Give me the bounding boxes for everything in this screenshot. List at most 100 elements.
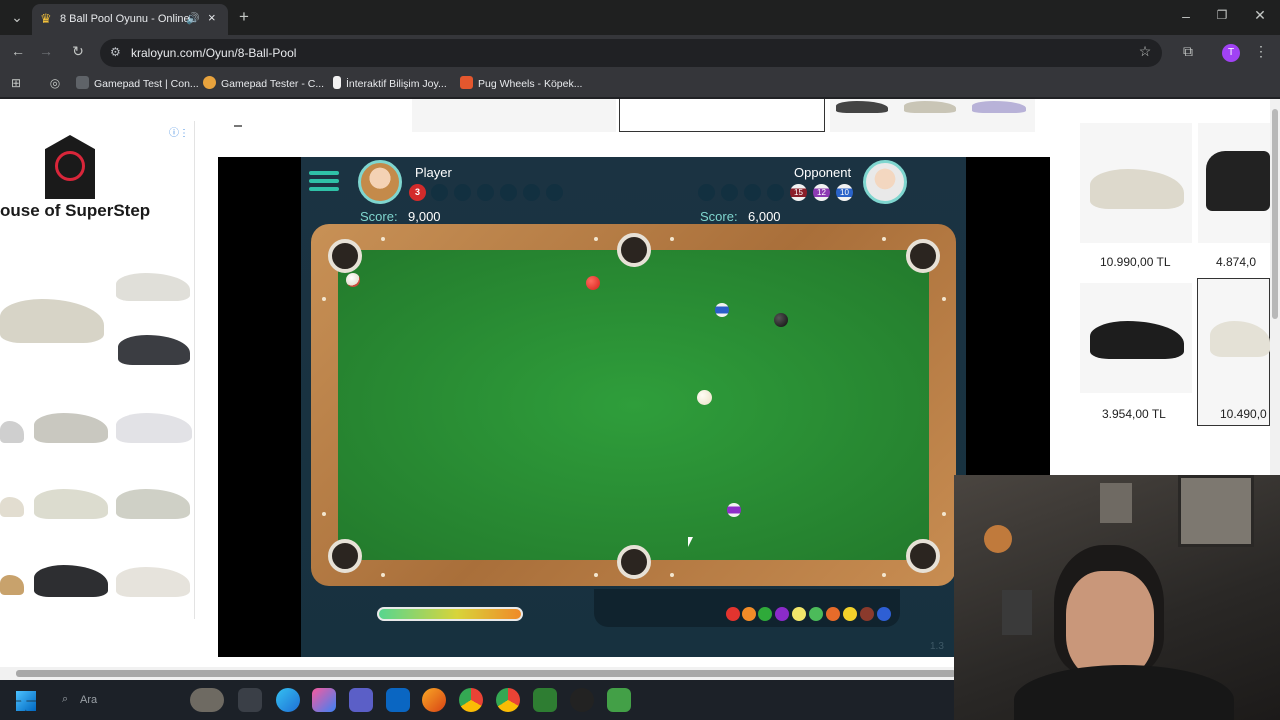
app-icon[interactable] <box>422 688 446 712</box>
obs-icon[interactable] <box>570 688 594 712</box>
crown-icon: ♛ <box>40 11 52 26</box>
pocketed-balls <box>726 607 898 623</box>
teams-icon[interactable] <box>349 688 373 712</box>
player-score-label: Score: <box>360 209 398 224</box>
tab-active[interactable]: ♛ 8 Ball Pool Oyunu - Online 🔊 × <box>32 4 228 35</box>
ad-left[interactable]: ⓘ⋮ ouse of SuperStep <box>0 121 195 619</box>
bookmark-label: Gamepad Test | Con... <box>94 78 199 90</box>
bookmark-gamepad-tester[interactable]: Gamepad Tester - C... <box>203 76 324 90</box>
taskbar-search[interactable]: Ara <box>80 694 97 706</box>
shoe-image <box>1206 151 1270 211</box>
store-icon[interactable] <box>386 688 410 712</box>
pug-wheels-icon <box>460 76 473 89</box>
shelf-item <box>984 525 1012 553</box>
ad-info-icon[interactable]: ⓘ⋮ <box>169 124 189 139</box>
shelf-item <box>1002 590 1032 635</box>
reload-icon[interactable]: ↻ <box>68 43 88 60</box>
ball-slot <box>744 184 761 201</box>
pocket-bottom-left <box>328 539 362 573</box>
product-price: 4.874,0 <box>1216 255 1257 269</box>
ad-right[interactable]: 10.990,00 TL 4.874,0 3.954,00 TL 10.490,… <box>1072 123 1270 475</box>
back-icon[interactable]: ← <box>8 43 28 59</box>
shoe-image <box>0 497 24 517</box>
ball-green-stripe <box>809 607 823 621</box>
table-felt[interactable] <box>338 250 929 560</box>
new-tab-button[interactable]: + <box>234 7 254 27</box>
shoe-image <box>0 299 104 343</box>
app-icon[interactable] <box>533 688 557 712</box>
ball-yellow <box>792 607 806 621</box>
gamepad-tester-icon <box>203 76 216 89</box>
product-price: 10.990,00 TL <box>1100 255 1171 269</box>
rail-diamond <box>882 573 886 577</box>
url-text: kraloyun.com/Oyun/8-Ball-Pool <box>131 46 297 60</box>
rail-diamond <box>942 297 946 301</box>
ball-red-stripe <box>346 273 360 287</box>
logo-emblem <box>55 151 85 181</box>
ball-eight <box>774 313 788 327</box>
pocket-top-middle <box>617 233 651 267</box>
ball-purple-stripe <box>727 503 741 517</box>
scrollbar-thumb[interactable] <box>16 670 956 677</box>
copilot-icon[interactable] <box>312 688 336 712</box>
bookmark-label: İnteraktif Bilişim Joy... <box>346 78 447 90</box>
player-name: Player <box>415 165 452 180</box>
rail-diamond <box>882 237 886 241</box>
shoe-image <box>34 565 108 597</box>
shoe-image <box>972 101 1026 113</box>
speaker-icon[interactable]: 🔊 <box>186 12 200 25</box>
ball-slot <box>523 184 540 201</box>
bookmark-interaktif[interactable]: İnteraktif Bilişim Joy... <box>333 76 447 90</box>
ball-red <box>726 607 740 621</box>
app-icon[interactable] <box>607 688 631 712</box>
tab-search-icon[interactable]: ⌄ <box>8 9 26 26</box>
bookmark-gamepad-test[interactable]: Gamepad Test | Con... <box>76 76 199 90</box>
forward-icon[interactable]: → <box>36 43 56 59</box>
minimize-button[interactable]: – <box>1176 8 1196 24</box>
opponent-ball-10: 10 <box>836 184 853 201</box>
ball-yellow-stripe <box>843 607 857 621</box>
rail-diamond <box>594 237 598 241</box>
extensions-icon[interactable]: ⧉ <box>1178 43 1198 60</box>
apps-grid-icon[interactable]: ⊞ <box>8 76 24 90</box>
close-window-button[interactable]: ✕ <box>1250 7 1270 24</box>
task-view-icon[interactable] <box>238 688 262 712</box>
cue-ball <box>697 390 712 405</box>
ball-blue <box>877 607 891 621</box>
ball-slot <box>721 184 738 201</box>
ball-slot <box>431 184 448 201</box>
search-icon[interactable]: ⌕ <box>62 693 68 706</box>
bookmark-label: Gamepad Tester - C... <box>221 78 325 90</box>
ball-slot <box>454 184 471 201</box>
maximize-button[interactable]: ❐ <box>1212 8 1232 22</box>
menu-icon[interactable]: ⋮ <box>1252 43 1270 60</box>
pocket-top-right <box>906 239 940 273</box>
address-bar[interactable]: ⚙ kraloyun.com/Oyun/8-Ball-Pool <box>100 39 1162 67</box>
start-icon[interactable] <box>16 691 36 711</box>
scrollbar-thumb[interactable] <box>1272 109 1278 319</box>
shoe-image <box>116 273 190 301</box>
chrome-icon[interactable] <box>459 688 483 712</box>
rail-diamond <box>322 297 326 301</box>
site-info-icon[interactable]: ⚙ <box>110 45 121 59</box>
bookmark-star-icon[interactable]: ☆ <box>1135 43 1155 60</box>
ball-maroon <box>860 607 874 621</box>
opponent-ball-12: 12 <box>813 184 830 201</box>
widget-icon[interactable] <box>190 688 224 712</box>
chrome-profile-icon[interactable] <box>496 688 520 712</box>
top-banner-selected[interactable] <box>619 99 825 132</box>
hamburger-menu-icon[interactable] <box>309 171 339 175</box>
edge-icon[interactable] <box>276 688 300 712</box>
shoe-image <box>118 335 190 365</box>
profile-avatar[interactable]: T <box>1222 44 1240 62</box>
ball-blue-stripe <box>715 303 729 317</box>
globe-icon[interactable]: ◎ <box>47 76 63 90</box>
pocket-bottom-middle <box>617 545 651 579</box>
shoe-image <box>116 413 192 443</box>
rail-diamond <box>381 573 385 577</box>
close-tab-icon[interactable]: × <box>208 10 216 25</box>
bookmark-pug-wheels[interactable]: Pug Wheels - Köpek... <box>460 76 582 90</box>
game-frame[interactable]: Player 3 Score: 9,000 Opponent 15 12 10 … <box>218 157 1050 657</box>
ball-orange-stripe <box>826 607 840 621</box>
ad-brand-text: ouse of SuperStep <box>0 201 151 220</box>
